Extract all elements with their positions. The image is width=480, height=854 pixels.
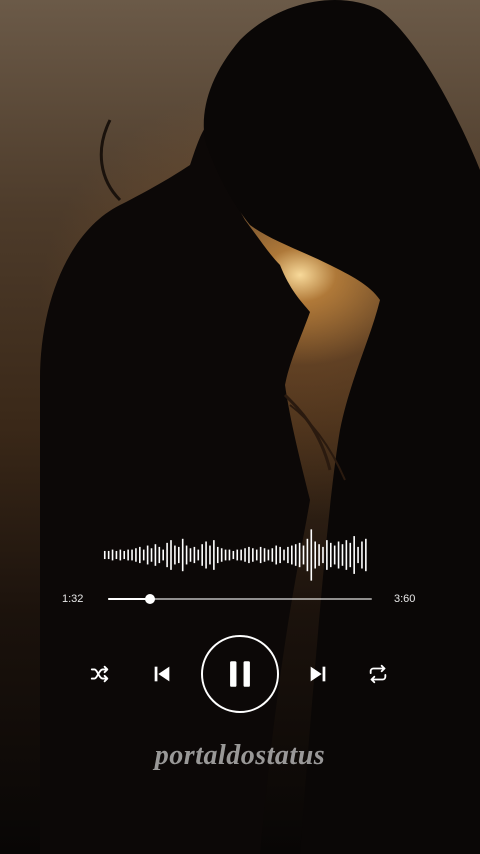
waveform-bar [333,545,336,565]
waveform-bar [329,542,332,568]
waveform-bar [224,549,227,561]
waveform-bar [107,550,110,560]
waveform-bar [236,549,239,561]
waveform-bar [174,545,176,565]
waveform-bar [322,546,324,564]
waveform-bar [271,548,274,562]
waveform-bar [201,544,203,566]
skip-previous-icon [154,666,170,682]
waveform-bar [263,548,266,562]
repeat-button[interactable] [366,662,390,686]
waveform-bar [357,546,359,564]
waveform-bar [197,549,200,561]
waveform-bar [267,549,270,561]
waveform-bar [131,549,133,561]
waveform-bar [345,540,348,570]
waveform-bar [275,545,278,565]
waveform-bar [318,544,320,566]
waveform-bar [216,546,219,564]
waveform-bar [341,544,344,566]
waveform-bar [337,541,340,569]
waveform-bar [154,544,157,566]
waveform-bar [255,549,258,561]
waveform-bar [287,546,289,564]
repeat-icon [369,664,387,684]
waveform-bar [177,546,180,564]
waveform-bar [283,549,285,561]
silhouette-art [40,0,480,854]
waveform-bar [259,546,262,564]
waveform-bar [150,548,153,562]
shuffle-button[interactable] [88,662,112,686]
waveform-bar [205,541,207,569]
waveform-bar [111,549,114,561]
waveform-bar [326,540,328,570]
waveform-bar [365,538,367,572]
waveform-bar [232,550,235,560]
waveform-bar [166,542,168,568]
skip-next-icon [310,666,326,682]
pause-button[interactable] [201,635,279,713]
waveform-bar [189,548,192,562]
watermark-text: portaldostatus [154,740,326,771]
waveform-bar [306,538,309,572]
waveform-bar [240,549,242,561]
waveform-bar [248,546,250,564]
waveform-bar [361,541,363,569]
waveform-bar [181,538,184,572]
waveform-bar [220,548,223,562]
background-photo-silhouette-couple [0,0,480,854]
waveform-bar [135,548,137,562]
waveform-bar [291,545,293,565]
shuffle-icon [90,665,109,683]
waveform-bar [252,548,254,562]
current-time: 1:32 [62,593,84,605]
audio-waveform [103,528,368,582]
waveform-bar [244,548,246,562]
waveform-bar [103,550,106,560]
waveform-bar [146,545,149,565]
waveform-bar [142,549,145,561]
waveform-bar [209,545,211,565]
waveform-bar [279,546,281,564]
previous-button[interactable] [150,662,174,686]
next-button[interactable] [306,662,330,686]
progress-slider[interactable] [108,594,372,604]
total-time: 3:60 [394,593,416,605]
waveform-bar [228,549,231,561]
waveform-bar [213,540,215,570]
waveform-bar [185,545,188,565]
waveform-bar [139,546,141,564]
pause-icon [230,661,250,687]
waveform-bar [302,545,305,565]
waveform-bar [349,542,352,568]
waveform-bar [353,536,355,574]
waveform-bar [170,540,172,570]
waveform-bar [127,549,129,561]
waveform-bar [310,529,313,581]
waveform-bar [314,541,316,569]
waveform-bar [158,546,161,564]
waveform-bar [294,544,297,566]
waveform-bar [298,542,301,568]
progress-fill [108,598,151,600]
waveform-bar [119,549,122,561]
waveform-bar [193,546,196,564]
waveform-bar [115,550,118,560]
waveform-bar [162,549,164,561]
waveform-bar [123,550,126,560]
